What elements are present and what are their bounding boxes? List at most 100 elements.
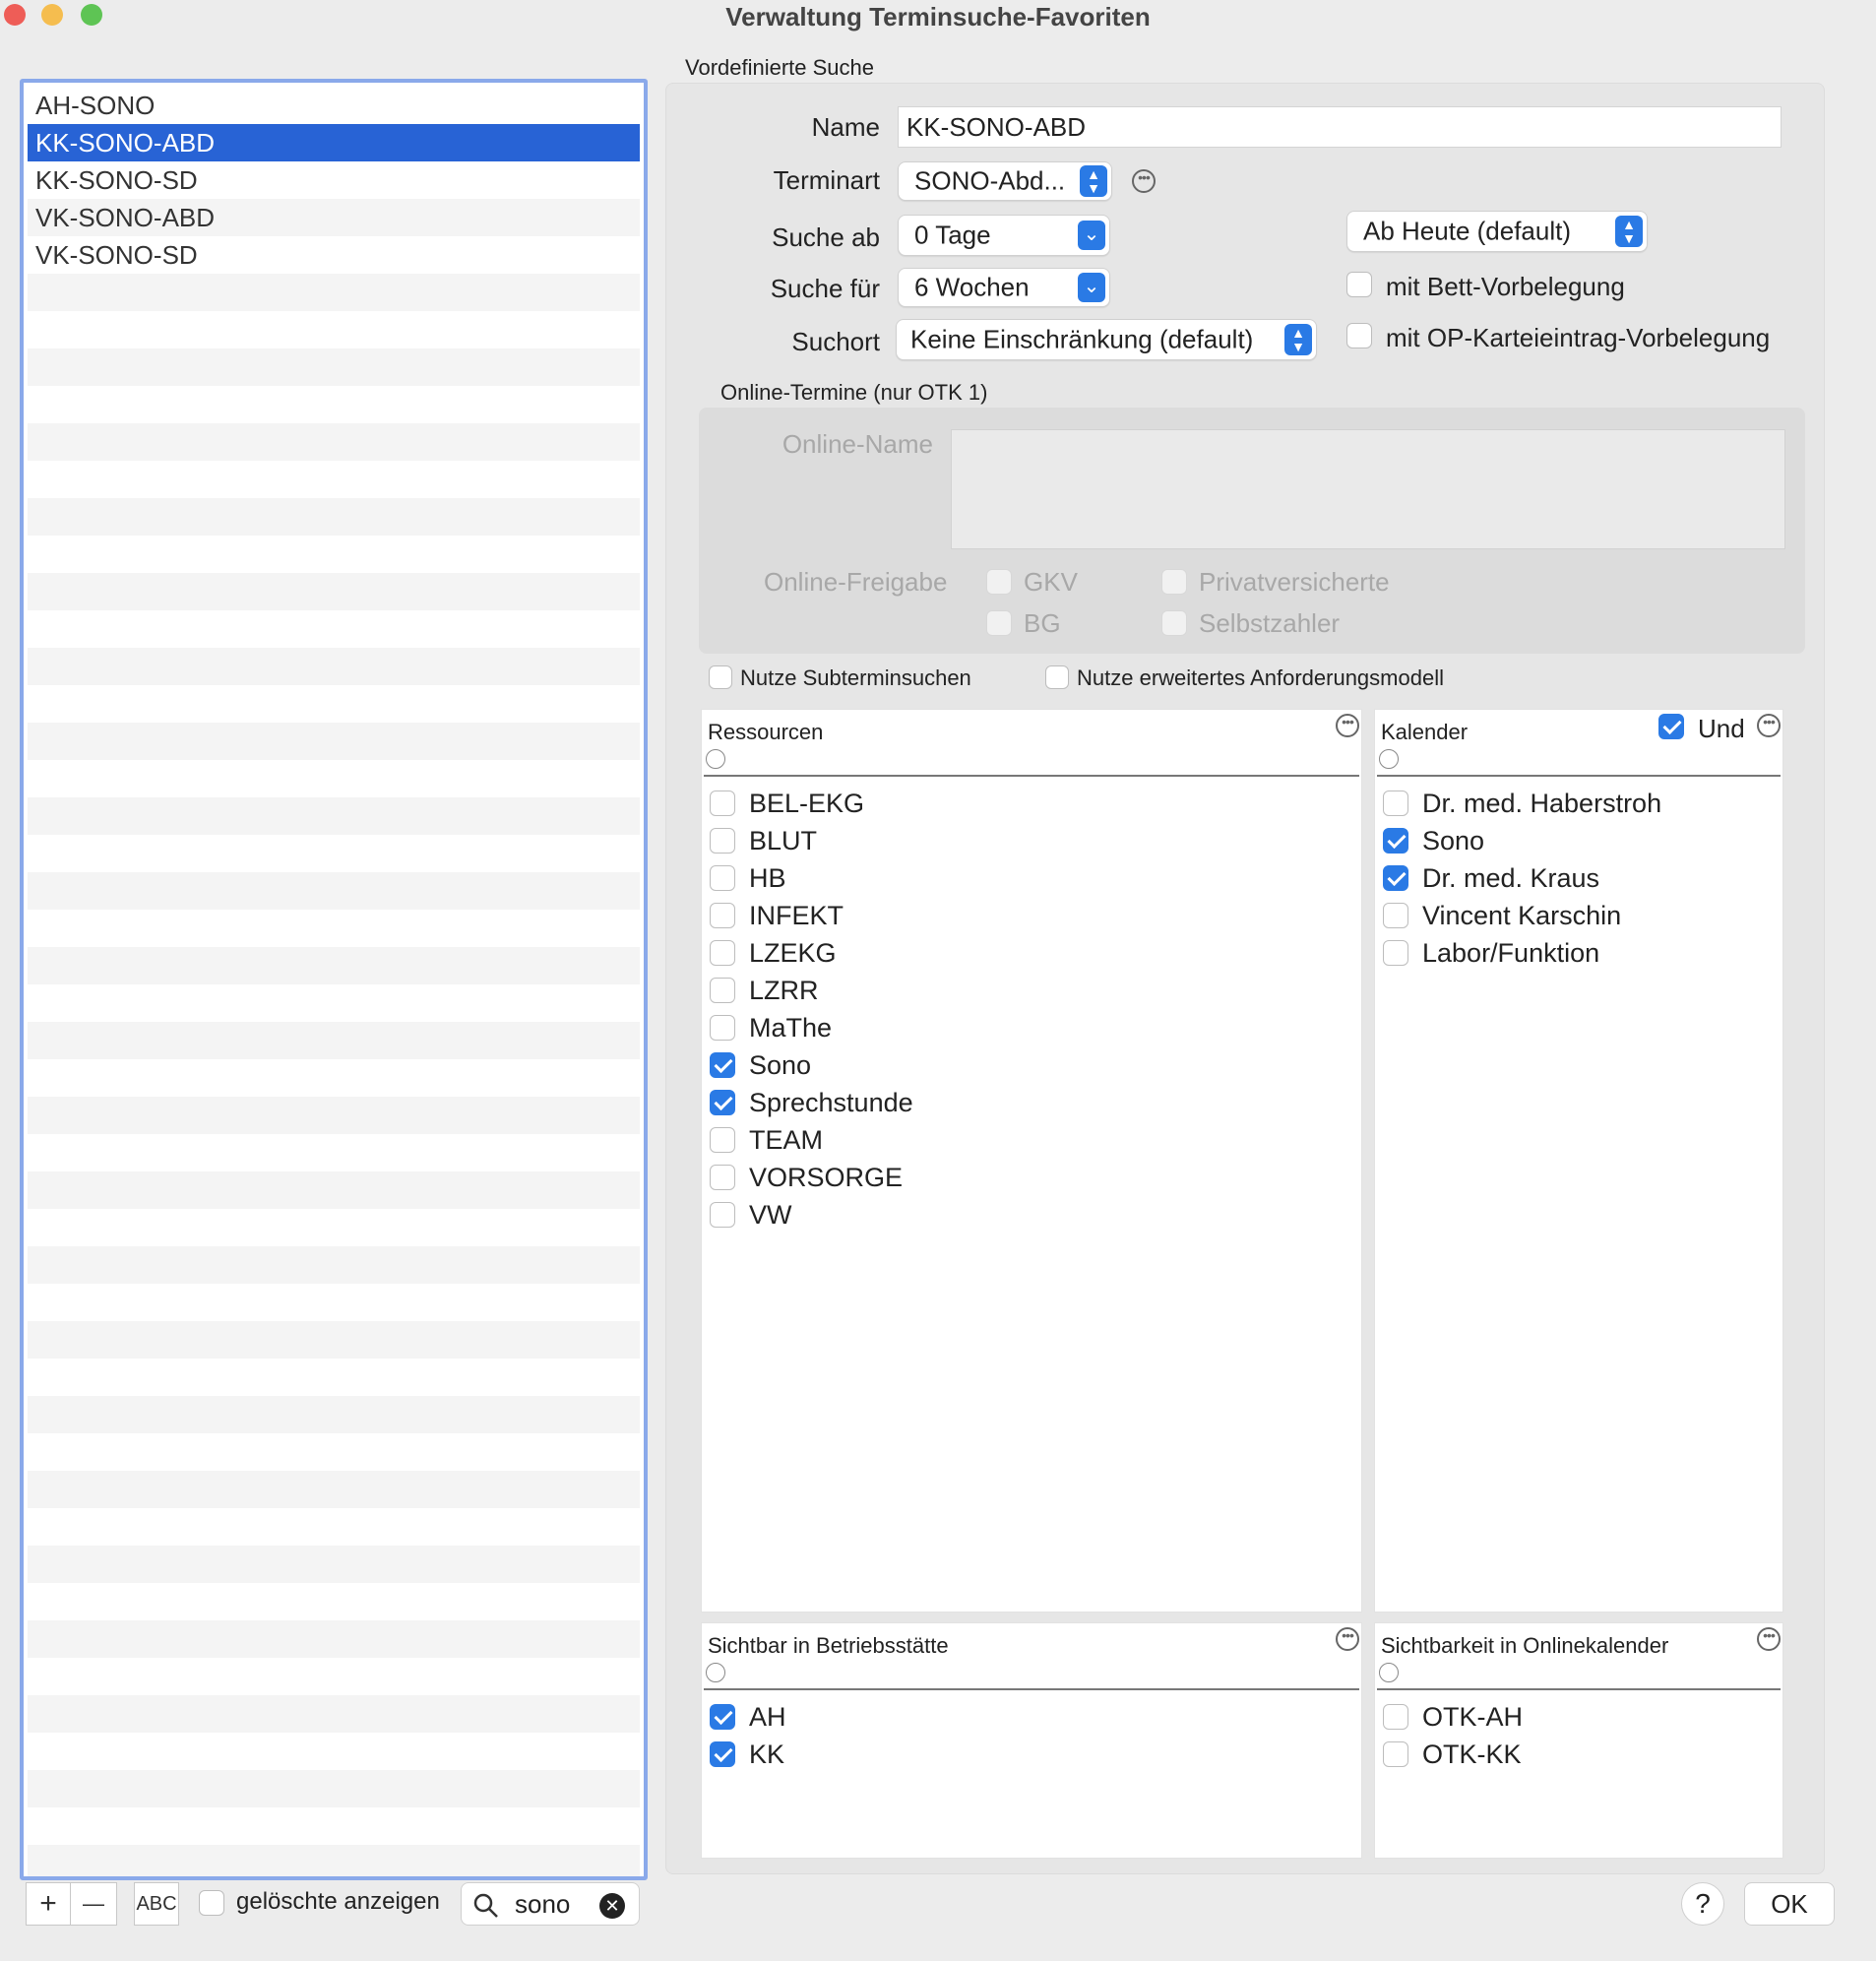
suche-ab-select[interactable]: 0 Tage ⌄ <box>898 215 1110 256</box>
select-all-radio[interactable] <box>706 749 725 769</box>
list-item[interactable]: KK-SONO-SD <box>28 161 640 199</box>
list-item[interactable]: Vincent Karschin <box>1383 895 1661 932</box>
item-checkbox[interactable] <box>710 1014 735 1041</box>
betriebsstaette-panel: Sichtbar in Betriebsstätte ••• AH KK <box>701 1622 1362 1859</box>
item-label: KK <box>749 1739 785 1769</box>
list-item[interactable]: KK-SONO-ABD <box>28 124 640 161</box>
item-checkbox[interactable] <box>1383 790 1408 816</box>
add-button[interactable]: + <box>26 1882 71 1926</box>
item-checkbox[interactable] <box>1383 939 1408 966</box>
empty-list-row <box>28 536 640 573</box>
item-checkbox[interactable] <box>1383 1740 1408 1767</box>
sort-abc-button[interactable]: ABC <box>134 1882 179 1926</box>
show-deleted-checkbox[interactable] <box>199 1890 224 1916</box>
list-item[interactable]: Sono <box>1383 820 1661 857</box>
list-item[interactable]: MaThe <box>710 1007 913 1044</box>
empty-list-row <box>28 386 640 423</box>
empty-list-row <box>28 1246 640 1284</box>
list-item[interactable]: OTK-AH <box>1383 1696 1523 1734</box>
empty-list-row <box>28 1209 640 1246</box>
online-name-label: Online-Name <box>782 429 933 459</box>
subtermin-checkbox[interactable] <box>709 665 732 689</box>
list-item[interactable]: KK <box>710 1734 786 1771</box>
suche-fuer-select[interactable]: 6 Wochen ⌄ <box>898 268 1110 307</box>
suche-ab-label: Suche ab <box>772 222 880 252</box>
terminart-select[interactable]: SONO-Abd... ▲ ▼ <box>898 161 1112 201</box>
list-item[interactable]: BEL-EKG <box>710 783 913 820</box>
bett-checkbox[interactable] <box>1346 272 1372 297</box>
empty-list-row <box>28 1508 640 1546</box>
select-all-radio[interactable] <box>1379 1663 1399 1682</box>
item-checkbox[interactable] <box>710 939 735 966</box>
window-title: Verwaltung Terminsuche-Favoriten <box>725 2 1151 32</box>
anforderung-label: Nutze erweitertes Anforderungsmodell <box>1077 665 1444 690</box>
und-checkbox[interactable] <box>1658 714 1684 739</box>
list-item[interactable]: VW <box>710 1194 913 1232</box>
item-checkbox[interactable] <box>710 827 735 854</box>
item-checkbox[interactable] <box>710 1703 735 1730</box>
list-item[interactable]: BLUT <box>710 820 913 857</box>
selbst-checkbox <box>1161 610 1187 636</box>
item-checkbox[interactable] <box>1383 1703 1408 1730</box>
suchort-label: Suchort <box>791 327 880 356</box>
select-all-radio[interactable] <box>706 1663 725 1682</box>
item-label: LZEKG <box>749 937 837 968</box>
more-options-icon[interactable]: ••• <box>1132 169 1156 193</box>
remove-button[interactable]: — <box>70 1882 117 1926</box>
item-checkbox[interactable] <box>1383 864 1408 891</box>
list-item[interactable]: OTK-KK <box>1383 1734 1523 1771</box>
item-checkbox[interactable] <box>1383 827 1408 854</box>
list-item[interactable]: VK-SONO-SD <box>28 236 640 274</box>
list-item[interactable]: Dr. med. Haberstroh <box>1383 783 1661 820</box>
empty-list-row <box>28 760 640 797</box>
ab-heute-select[interactable]: Ab Heute (default) ▲ ▼ <box>1346 211 1648 252</box>
more-options-icon[interactable]: ••• <box>1757 714 1781 737</box>
clear-search-icon[interactable]: ✕ <box>599 1893 625 1919</box>
list-item[interactable]: VORSORGE <box>710 1157 913 1194</box>
item-checkbox[interactable] <box>710 790 735 816</box>
list-item[interactable]: Dr. med. Kraus <box>1383 857 1661 895</box>
suchort-select[interactable]: Keine Einschränkung (default) ▲ ▼ <box>896 319 1317 360</box>
item-checkbox[interactable] <box>710 1051 735 1078</box>
list-item[interactable]: Sono <box>710 1044 913 1082</box>
list-item[interactable]: TEAM <box>710 1119 913 1157</box>
ok-button[interactable]: OK <box>1744 1882 1835 1926</box>
empty-list-row <box>28 1396 640 1433</box>
list-item[interactable]: AH <box>710 1696 786 1734</box>
list-item[interactable]: Labor/Funktion <box>1383 932 1661 970</box>
item-checkbox[interactable] <box>710 1126 735 1153</box>
list-item[interactable]: LZEKG <box>710 932 913 970</box>
anforderung-checkbox[interactable] <box>1045 665 1069 689</box>
item-label: LZRR <box>749 975 819 1005</box>
name-input[interactable]: KK-SONO-ABD <box>898 106 1782 148</box>
onlinekalender-list: OTK-AH OTK-KK <box>1383 1696 1523 1771</box>
item-checkbox[interactable] <box>710 864 735 891</box>
list-item[interactable]: HB <box>710 857 913 895</box>
item-checkbox[interactable] <box>710 902 735 928</box>
item-checkbox[interactable] <box>710 1164 735 1190</box>
op-checkbox[interactable] <box>1346 323 1372 348</box>
list-item[interactable]: VK-SONO-ABD <box>28 199 640 236</box>
favorites-list[interactable]: AH-SONO KK-SONO-ABD KK-SONO-SD VK-SONO-ABD V… <box>20 79 648 1880</box>
item-checkbox[interactable] <box>1383 902 1408 928</box>
list-item[interactable]: INFEKT <box>710 895 913 932</box>
list-item[interactable]: AH-SONO <box>28 87 640 124</box>
list-item[interactable]: Sprechstunde <box>710 1082 913 1119</box>
help-button[interactable]: ? <box>1681 1882 1724 1926</box>
item-label: BEL-EKG <box>749 788 865 818</box>
more-options-icon[interactable]: ••• <box>1757 1627 1781 1651</box>
search-input[interactable]: sono <box>515 1889 570 1920</box>
search-field[interactable]: sono ✕ <box>461 1882 640 1926</box>
item-label: AH <box>749 1701 786 1732</box>
item-checkbox[interactable] <box>710 977 735 1003</box>
suche-fuer-value: 6 Wochen <box>914 272 1030 302</box>
item-label: INFEKT <box>749 900 844 930</box>
item-checkbox[interactable] <box>710 1089 735 1115</box>
item-checkbox[interactable] <box>710 1740 735 1767</box>
item-checkbox[interactable] <box>710 1201 735 1228</box>
select-all-radio[interactable] <box>1379 749 1399 769</box>
more-options-icon[interactable]: ••• <box>1336 714 1359 737</box>
empty-list-row <box>28 573 640 610</box>
list-item[interactable]: LZRR <box>710 970 913 1007</box>
more-options-icon[interactable]: ••• <box>1336 1627 1359 1651</box>
